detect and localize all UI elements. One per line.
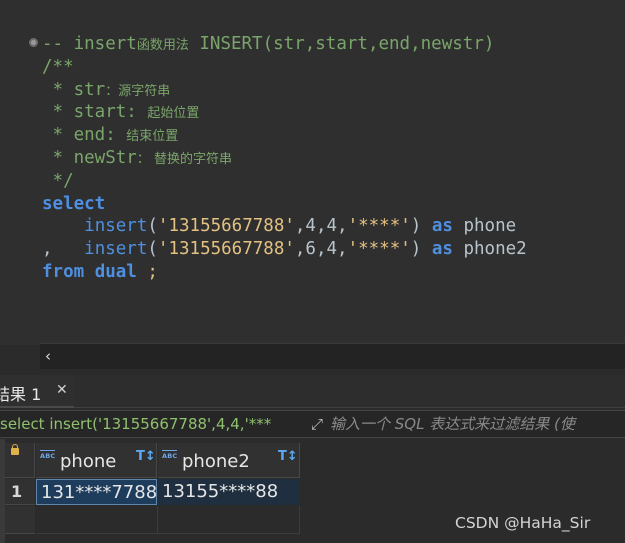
text-type-icon: ABC <box>162 450 178 460</box>
code-area[interactable]: -- insert函数用法 INSERT(str,start,end,newst… <box>42 33 527 284</box>
empty-cell <box>158 506 300 534</box>
code-token: '13155667788' <box>157 216 295 237</box>
code-token: phone <box>452 216 517 237</box>
text-type-icon: ABC <box>40 450 56 460</box>
code-line: * start: 起始位置 <box>42 101 527 124</box>
grid-corner <box>5 443 35 478</box>
code-token: phone2 <box>452 239 527 260</box>
code-token: INSERT(str,start,end,newstr) <box>188 34 495 54</box>
code-token: ： 替换的字符串 <box>136 151 232 167</box>
scroll-left-icon[interactable]: ‹ <box>45 347 51 365</box>
lock-icon <box>11 444 19 455</box>
code-token: * start: <box>42 102 148 123</box>
query-text: select insert('13155667788',4,4,'*** <box>0 415 272 433</box>
code-token: * end: <box>42 125 127 146</box>
code-token: as <box>431 239 453 260</box>
code-line: * newStr： 替换的字符串 <box>42 147 527 170</box>
tab-result-1[interactable]: 结果 1 ✕ <box>0 375 74 408</box>
code-token: , <box>42 239 85 260</box>
row-number[interactable]: 1 <box>5 479 35 505</box>
sort-icon[interactable]: T↕ <box>136 449 156 464</box>
code-token: 起始位置 <box>147 106 200 122</box>
code-line: */ <box>42 170 527 193</box>
code-token: ,4,4, <box>294 216 348 237</box>
sort-icon[interactable]: T↕ <box>278 449 298 464</box>
watermark: CSDN @HaHa_Sir <box>455 514 591 532</box>
code-token: ) <box>410 239 432 260</box>
code-token: ) <box>410 216 432 237</box>
code-line: -- insert函数用法 INSERT(str,start,end,newst… <box>42 33 527 56</box>
code-token: dual <box>94 261 137 282</box>
code-token: ( <box>147 216 158 237</box>
code-token: insert <box>84 239 148 260</box>
code-line: insert('13155667788',4,4,'****') as phon… <box>42 215 527 238</box>
code-token: -- insert <box>42 34 137 54</box>
column-name: phone <box>60 451 117 472</box>
code-line: , insert('13155667788',6,4,'****') as ph… <box>42 238 527 261</box>
column-header-phone2[interactable]: ABC phone2 T↕ <box>158 443 300 478</box>
code-token: */ <box>42 170 74 191</box>
code-token: * newStr <box>42 147 137 168</box>
code-token: * str <box>42 79 106 100</box>
horizontal-scrollbar[interactable]: ‹ <box>40 343 625 369</box>
code-line: from dual ; <box>42 261 527 284</box>
code-line: * end: 结束位置 <box>42 124 527 147</box>
result-tabbar: 结果 1 ✕ <box>0 375 625 408</box>
sql-editor[interactable]: -- insert函数用法 INSERT(str,start,end,newst… <box>0 0 625 345</box>
code-token: select <box>42 193 106 214</box>
code-token: ; <box>136 261 158 282</box>
code-token: as <box>431 216 453 237</box>
code-token: ,6,4, <box>294 239 348 260</box>
code-token: ( <box>147 239 158 260</box>
tab-label: 结果 1 <box>0 385 42 404</box>
row-number-empty <box>5 506 35 534</box>
code-token: 结束位置 <box>126 129 179 145</box>
close-icon[interactable]: ✕ <box>56 382 68 398</box>
filter-input[interactable] <box>330 412 625 436</box>
code-token: from <box>42 261 85 282</box>
code-line: /** <box>42 56 527 79</box>
column-header-phone[interactable]: ABC phone T↕ <box>36 443 157 478</box>
code-token: '13155667788' <box>157 239 295 260</box>
code-token: '****' <box>347 239 411 260</box>
table-cell[interactable]: 131****7788 <box>36 479 157 505</box>
code-line: select <box>42 193 527 216</box>
table-cell[interactable]: 13155****88 <box>158 479 300 505</box>
code-token: /** <box>42 56 74 77</box>
fold-marker-icon[interactable] <box>29 38 38 47</box>
expand-icon[interactable]: ⤢ <box>306 413 328 435</box>
empty-cell <box>36 506 158 534</box>
code-line: * str：源字符串 <box>42 79 527 102</box>
code-token: '****' <box>347 216 411 237</box>
code-token: ：源字符串 <box>105 83 171 99</box>
code-token: insert <box>84 216 148 237</box>
column-name: phone2 <box>182 451 250 472</box>
filter-bar: select insert('13155667788',4,4,'*** ⤢ <box>0 410 625 438</box>
code-token: 函数用法 <box>136 38 189 53</box>
